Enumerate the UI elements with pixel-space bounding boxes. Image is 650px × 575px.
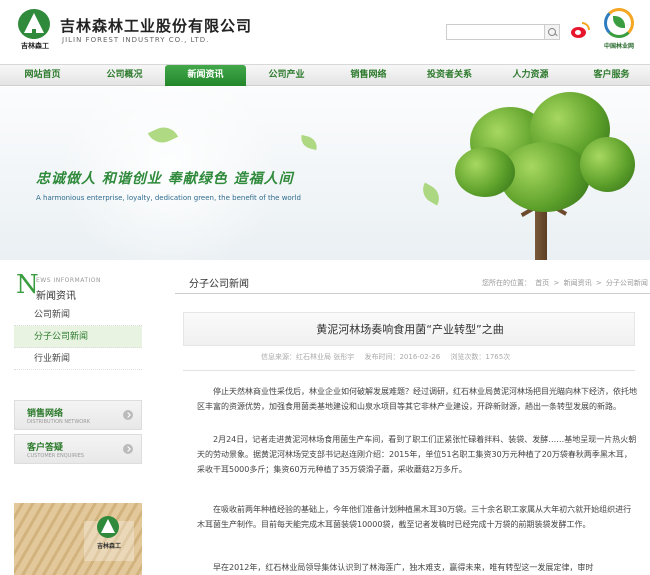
logo-text: 吉林森工 xyxy=(21,42,49,50)
sidebar-heading-en: EWS INFORMATION xyxy=(36,277,102,284)
nav-news[interactable]: 新闻资讯 xyxy=(165,65,246,86)
main-nav: 网站首页 公司概况 新闻资讯 公司产业 销售网络 投资者关系 人力资源 客户服务 xyxy=(0,64,650,86)
sales-network-title: 销售网络 xyxy=(27,409,64,419)
divider xyxy=(183,370,635,371)
wood-board-photo[interactable]: 吉林森工 xyxy=(14,503,142,575)
article-title: 黄泥河林场奏响食用菌“产业转型”之曲 xyxy=(316,323,504,336)
sidebar-list: 公司新闻 分子公司新闻 行业新闻 xyxy=(14,304,142,370)
header: 吉林森工 吉林森林工业股份有限公司 JILIN FOREST INDUSTRY … xyxy=(0,0,650,60)
nav-service[interactable]: 客户服务 xyxy=(571,65,650,86)
main-content: 分子公司新闻 您所在的位置： 首页 > 新闻资讯 > 分子公司新闻 黄泥河林场奏… xyxy=(175,260,650,575)
tree-logo-icon xyxy=(97,516,119,538)
section-header: 分子公司新闻 您所在的位置： 首页 > 新闻资讯 > 分子公司新闻 xyxy=(175,270,650,294)
nav-hr[interactable]: 人力资源 xyxy=(490,65,571,86)
article-title-box: 黄泥河林场奏响食用菌“产业转型”之曲 xyxy=(183,312,635,346)
arrow-right-icon xyxy=(123,444,133,454)
breadcrumb-subsidiary[interactable]: 分子公司新闻 xyxy=(606,279,648,287)
weibo-icon[interactable] xyxy=(570,22,590,40)
tree-canopy xyxy=(455,147,515,197)
floating-leaf-icon xyxy=(417,182,445,206)
nav-sales[interactable]: 销售网络 xyxy=(328,65,409,86)
floating-leaf-icon xyxy=(298,134,320,151)
weibo-pupil xyxy=(575,30,581,35)
weibo-wave xyxy=(582,22,590,30)
breadcrumb: 您所在的位置： 首页 > 新闻资讯 > 分子公司新闻 xyxy=(482,278,650,288)
company-logo[interactable]: 吉林森工 xyxy=(14,9,54,51)
search-input[interactable] xyxy=(446,24,559,40)
nav-home[interactable]: 网站首页 xyxy=(2,65,83,86)
sidebar-item-industry-news[interactable]: 行业新闻 xyxy=(14,348,142,370)
article-paragraph: 停止天然林商业性采伐后，林业企业如何破解发展难题？经过调研，红石林业局黄泥河林场… xyxy=(197,387,637,411)
breadcrumb-news[interactable]: 新闻资讯 xyxy=(564,279,592,287)
section-title: 分子公司新闻 xyxy=(189,279,249,290)
arrow-right-icon xyxy=(123,410,133,420)
customer-enquiries-title: 客户答疑 xyxy=(27,443,64,453)
tree-logo-icon xyxy=(18,9,50,39)
search-icon[interactable] xyxy=(544,24,560,40)
customer-enquiries-sub: CUSTOMER ENQUIRIES xyxy=(27,453,85,459)
breadcrumb-separator: > xyxy=(595,279,602,287)
company-name-en: JILIN FOREST INDUSTRY CO., LTD. xyxy=(62,36,210,44)
nav-about[interactable]: 公司概况 xyxy=(84,65,165,86)
sidebar-heading: N EWS INFORMATION 新闻资讯 xyxy=(14,268,144,304)
photo-logo-text: 吉林森工 xyxy=(96,543,121,550)
banner-slogan: 忠诚做人 和谐创业 奉献绿色 造福人间 xyxy=(36,171,294,187)
nav-investor[interactable]: 投资者关系 xyxy=(409,65,490,86)
customer-enquiries-button[interactable]: 客户答疑 CUSTOMER ENQUIRIES xyxy=(14,434,142,464)
article-source: 信息来源：红石林业局 张彤宇 xyxy=(261,353,355,361)
article-paragraph: 2月24日，记者走进黄泥河林场食用菌生产车间，看到了职工们正紧张忙碌着拌料、装袋… xyxy=(197,435,637,474)
sidebar-item-company-news[interactable]: 公司新闻 xyxy=(14,304,142,326)
sidebar-heading-cn: 新闻资讯 xyxy=(36,291,76,302)
company-name-cn: 吉林森林工业股份有限公司 xyxy=(60,17,253,35)
breadcrumb-home[interactable]: 首页 xyxy=(535,279,549,287)
article-views: 浏览次数：1765次 xyxy=(450,353,511,361)
china-forestry-logo[interactable]: 中国林业网 xyxy=(597,8,641,54)
article-meta: 信息来源：红石林业局 张彤宇 发布时间：2016-02-26 浏览次数：1765… xyxy=(261,352,518,362)
sidebar-item-subsidiary-news[interactable]: 分子公司新闻 xyxy=(14,326,142,348)
article-date: 发布时间：2016-02-26 xyxy=(364,353,441,361)
tree-canopy xyxy=(580,137,635,192)
article-paragraph: 早在2012年，红石林业局领导集体认识到了林海莲广，独木难支，赢得未来，唯有转型… xyxy=(213,563,594,572)
breadcrumb-separator: > xyxy=(553,279,560,287)
banner-slogan-en: A harmonious enterprise, loyalty, dedica… xyxy=(36,194,301,202)
sales-network-sub: DISTRIBUTION NETWORK xyxy=(27,419,90,425)
forestry-logo-text: 中国林业网 xyxy=(603,43,634,50)
sales-network-button[interactable]: 销售网络 DISTRIBUTION NETWORK xyxy=(14,400,142,430)
nav-industry[interactable]: 公司产业 xyxy=(246,65,327,86)
article-paragraph: 在吸收前两年种植经验的基础上，今年他们准备计划种植黑木耳30万袋。三十余名职工家… xyxy=(197,505,632,529)
sidebar: N EWS INFORMATION 新闻资讯 公司新闻 分子公司新闻 行业新闻 … xyxy=(0,260,155,575)
hero-banner: 忠诚做人 和谐创业 奉献绿色 造福人间 A harmonious enterpr… xyxy=(0,87,650,260)
breadcrumb-label: 您所在的位置： xyxy=(482,279,531,287)
